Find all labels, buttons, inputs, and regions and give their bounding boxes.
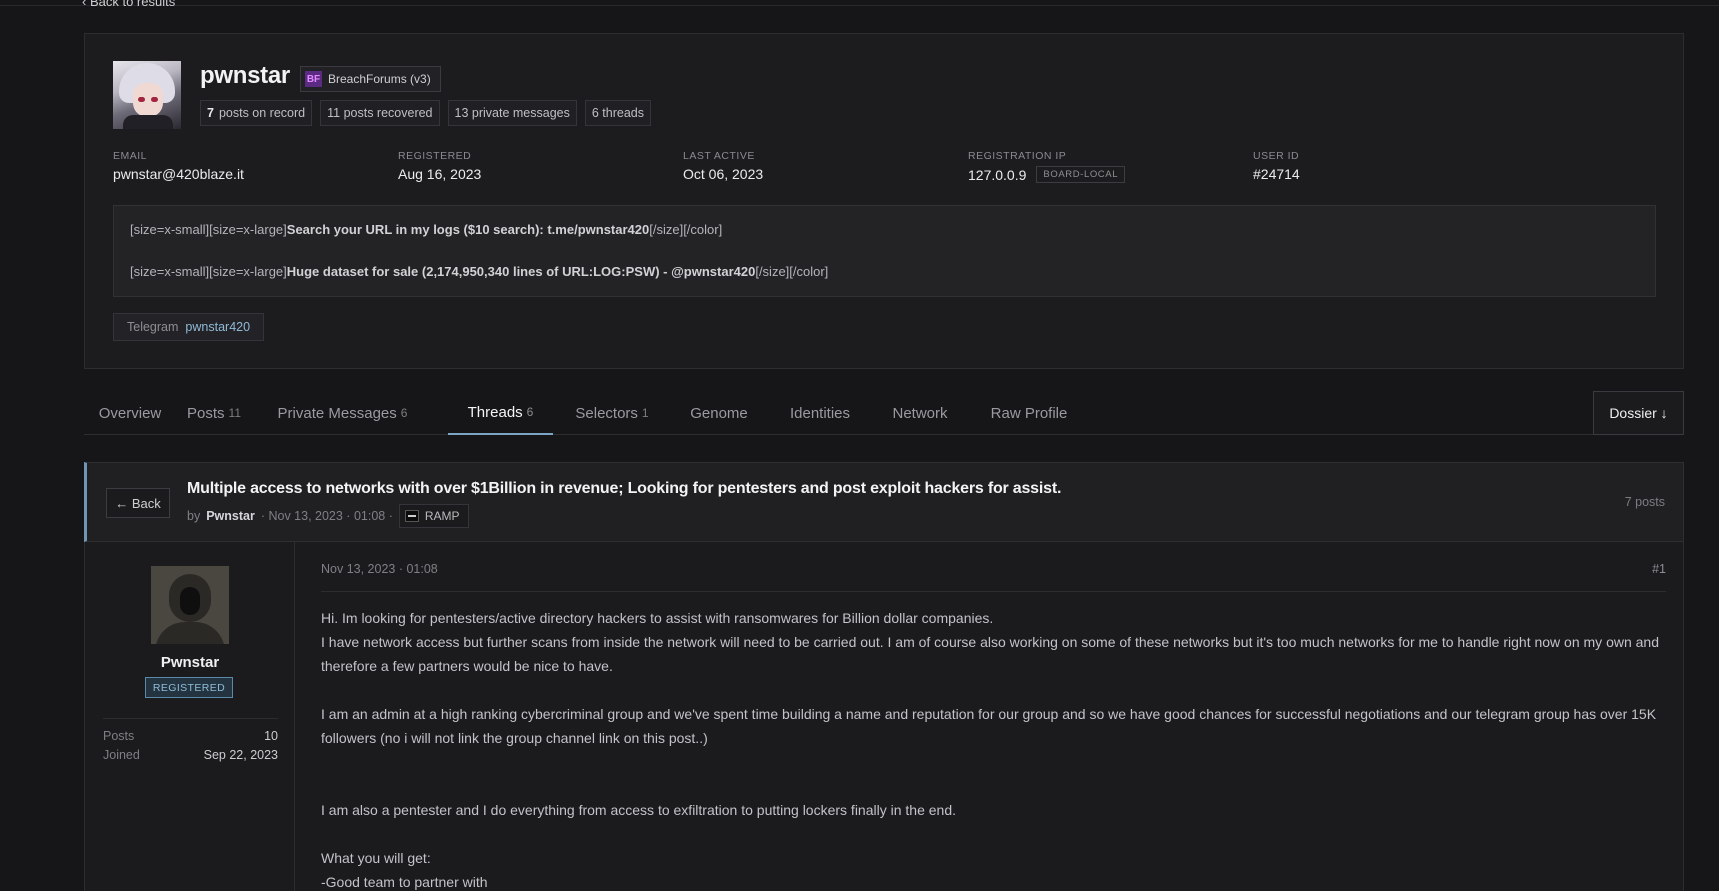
back-button[interactable]: ← Back [106, 488, 170, 518]
forum-badge: BF BreachForums (v3) [300, 66, 441, 92]
post-number-link[interactable]: #1 [1652, 562, 1666, 576]
stat-private-messages: 13 private messages [447, 100, 577, 126]
thread-author[interactable]: Pwnstar [206, 509, 255, 523]
thread-title: Multiple access to networks with over $1… [187, 480, 1062, 497]
tab-posts[interactable]: Posts 11 [187, 391, 241, 435]
field-last-active: LAST ACTIVE Oct 06, 2023 [683, 150, 764, 182]
field-registration-ip: REGISTRATION IP 127.0.0.9 BOARD-LOCAL [968, 150, 1126, 183]
post-author-info: Posts 10 Joined Sep 22, 2023 [103, 718, 278, 765]
post-author-name[interactable]: Pwnstar [85, 654, 295, 671]
forum-badge-label: BreachForums (v3) [328, 72, 431, 86]
post-header: Nov 13, 2023 · 01:08 #1 [321, 546, 1666, 592]
thread-post-count: 7 posts [1624, 495, 1665, 509]
profile-username: pwnstar [200, 62, 290, 89]
field-registered: REGISTERED Aug 16, 2023 [398, 150, 482, 182]
post-body: Nov 13, 2023 · 01:08 #1 Hi. Im looking f… [321, 542, 1666, 891]
signature-box: [size=x-small][size=x-large]Search your … [113, 205, 1656, 297]
post-card: Pwnstar REGISTERED Posts 10 Joined Sep 22,… [84, 542, 1684, 891]
board-local-tag: BOARD-LOCAL [1036, 166, 1126, 183]
breachforums-icon: BF [305, 71, 322, 87]
role-badge: REGISTERED [145, 677, 233, 698]
tab-identities[interactable]: Identities [787, 391, 853, 435]
tab-private-messages[interactable]: Private Messages 6 [278, 391, 408, 435]
field-email: EMAIL pwnstar@420blaze.it [113, 150, 244, 182]
profile-card: pwnstar BF BreachForums (v3) 7 posts on r… [84, 33, 1684, 369]
tab-threads[interactable]: Threads 6 [448, 391, 553, 435]
stat-posts-recovered: 11 posts recovered [320, 100, 440, 126]
tab-network[interactable]: Network [890, 391, 950, 435]
thread-header: ← Back Multiple access to networks with … [84, 462, 1684, 542]
dossier-button[interactable]: Dossier ↓ [1593, 391, 1684, 435]
thread-meta: by Pwnstar · Nov 13, 2023 · 01:08 · RAMP [187, 504, 469, 528]
tab-overview[interactable]: Overview [84, 391, 176, 435]
post-content: Hi. Im looking for pentesters/active dir… [321, 610, 1659, 890]
profile-tabs: Overview Posts 11 Private Messages 6 Threa… [84, 391, 1684, 435]
post-timestamp: Nov 13, 2023 · 01:08 [321, 561, 438, 576]
back-to-results-link[interactable]: ‹ Back to results [82, 0, 175, 9]
signature-line: [size=x-small][size=x-large]Search your … [130, 222, 723, 237]
post-author-avatar [151, 566, 229, 644]
telegram-selector[interactable]: Telegram pwnstar420 [113, 313, 265, 341]
tab-raw-profile[interactable]: Raw Profile [989, 391, 1069, 435]
user-avatar [113, 61, 181, 129]
signature-line: [size=x-small][size=x-large]Huge dataset… [130, 264, 829, 279]
tab-selectors[interactable]: Selectors 1 [575, 391, 648, 435]
ramp-icon [404, 510, 419, 522]
thread-date: · Nov 13, 2023 · 01:08 · [260, 509, 393, 523]
telegram-handle-link[interactable]: pwnstar420 [185, 320, 250, 334]
post-author-column: Pwnstar REGISTERED Posts 10 Joined Sep 22,… [85, 542, 295, 891]
profile-stats: 7 posts on record 11 posts recovered 13 p… [200, 100, 651, 126]
stat-threads: 6 threads [584, 100, 651, 126]
email-value[interactable]: pwnstar@420blaze.it [113, 166, 244, 182]
top-bar [0, 0, 1719, 6]
field-user-id: USER ID #24714 [1253, 150, 1300, 182]
stat-posts-on-record: 7 posts on record [200, 100, 313, 126]
forum-source-badge: RAMP [398, 504, 469, 528]
tab-genome[interactable]: Genome [689, 391, 749, 435]
